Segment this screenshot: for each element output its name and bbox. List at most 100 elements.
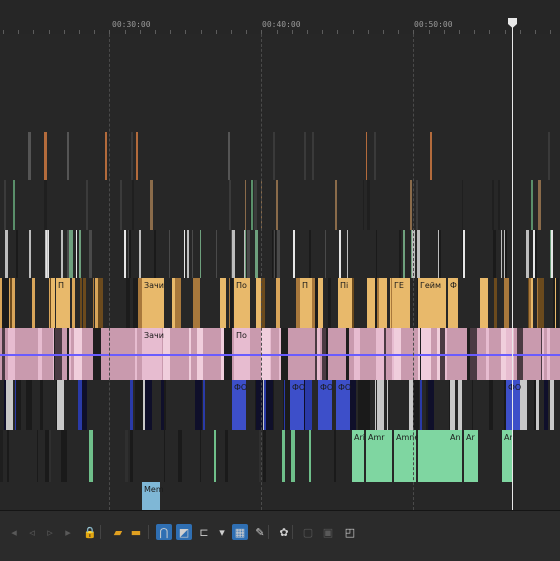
clip-titled[interactable]: ФО (336, 380, 351, 430)
clip-thumbnail[interactable] (553, 278, 559, 328)
clip-sliver[interactable] (86, 180, 88, 230)
clip-sliver[interactable] (76, 230, 77, 278)
clip-sliver[interactable] (374, 132, 376, 180)
clip-thumbnail[interactable] (51, 278, 55, 328)
clip-sliver[interactable] (44, 180, 47, 230)
clip-thumbnail[interactable] (550, 380, 554, 430)
clip-sliver[interactable] (413, 230, 415, 278)
clip-thumbnail[interactable] (130, 380, 133, 430)
track-video-3[interactable] (0, 180, 560, 231)
track-video-1[interactable] (0, 84, 560, 133)
clip-sliver[interactable] (366, 132, 367, 180)
clip-sliver[interactable] (131, 132, 133, 180)
envelope-edit-button[interactable]: ✎ (252, 524, 268, 540)
clip-thumbnail[interactable] (259, 380, 261, 430)
clip-thumbnail[interactable] (164, 380, 166, 430)
clip-thumbnail[interactable] (382, 278, 387, 328)
clip-sliver[interactable] (272, 230, 273, 278)
lock-group-button[interactable]: ◰ (342, 524, 358, 540)
clip-sliver[interactable] (309, 230, 311, 278)
clip-sliver[interactable] (164, 430, 165, 482)
clip-thumbnail[interactable] (528, 278, 529, 328)
clip-titled[interactable]: П (56, 278, 70, 328)
clip-thumbnail[interactable] (6, 380, 11, 430)
clip-titled[interactable]: ГЕ (392, 278, 410, 328)
clip-thumbnail[interactable] (133, 278, 138, 328)
clip-sliver[interactable] (69, 230, 71, 278)
track-empty-1[interactable] (0, 34, 560, 85)
clip-sliver[interactable] (192, 230, 193, 278)
clip-thumbnail[interactable] (276, 278, 280, 328)
clip-sliver[interactable] (416, 180, 418, 230)
trim-button[interactable]: ⊏ (196, 524, 212, 540)
clip-sliver[interactable] (309, 430, 311, 482)
clip-thumbnail[interactable] (370, 278, 375, 328)
clip-thumbnail[interactable] (230, 278, 233, 328)
clip-sliver[interactable] (49, 430, 51, 482)
clip-sliver[interactable] (200, 430, 201, 482)
clip-thumbnail[interactable] (135, 380, 143, 430)
clip-thumbnail[interactable] (98, 278, 103, 328)
clip-sliver[interactable] (105, 132, 107, 180)
clip-sliver[interactable] (29, 230, 31, 278)
clip-sliver[interactable] (282, 430, 285, 482)
clip-thumbnail[interactable] (544, 380, 548, 430)
clip-titled[interactable]: Mem (142, 482, 164, 510)
clip-thumbnail[interactable] (93, 278, 94, 328)
clip-sliver[interactable] (13, 180, 15, 230)
clip-sliver[interactable] (200, 230, 201, 278)
clip-thumbnail[interactable] (261, 278, 265, 328)
clip-sliver[interactable] (462, 180, 463, 230)
clip-sliver[interactable] (498, 180, 500, 230)
clip-sliver[interactable] (225, 430, 228, 482)
clip-thumbnail[interactable] (266, 380, 273, 430)
clip-thumbnail[interactable] (358, 380, 366, 430)
clip-titled[interactable]: ФО (232, 380, 247, 430)
clip-thumbnail[interactable] (458, 380, 462, 430)
clip-sliver[interactable] (67, 132, 69, 180)
clip-titled[interactable]: Ф (448, 278, 458, 328)
clip-sliver[interactable] (120, 180, 122, 230)
auto-ripple-button[interactable]: ◩ (176, 524, 192, 540)
clip-thumbnail[interactable] (10, 278, 12, 328)
clip-sliver[interactable] (89, 230, 92, 278)
clip-sliver[interactable] (263, 430, 266, 482)
clip-thumbnail[interactable] (16, 380, 21, 430)
clip-sliver[interactable] (65, 430, 67, 482)
clip-sliver[interactable] (399, 230, 401, 278)
prev-marker-button[interactable]: ◂ (6, 524, 22, 540)
clip-sliver[interactable] (274, 230, 275, 278)
clip-sliver[interactable] (273, 132, 275, 180)
clip-titled[interactable]: ФО (318, 380, 333, 430)
clip-thumbnail[interactable] (26, 380, 32, 430)
clip-sliver[interactable] (505, 230, 507, 278)
clip-thumbnail[interactable] (195, 380, 202, 430)
clip-sliver[interactable] (531, 180, 533, 230)
clip-sliver[interactable] (439, 230, 441, 278)
region-button[interactable]: ▬ (128, 524, 144, 540)
clip-thumbnail[interactable] (40, 380, 43, 430)
clip-sliver[interactable] (254, 180, 257, 230)
clip-sliver[interactable] (551, 230, 553, 278)
clip-sliver[interactable] (178, 430, 182, 482)
clip-thumbnail[interactable] (375, 380, 376, 430)
clip-sliver[interactable] (367, 180, 370, 230)
clip-sliver[interactable] (0, 430, 3, 482)
color-match-button[interactable]: ✿ (276, 524, 292, 540)
clip-sliver[interactable] (430, 132, 432, 180)
lock-button[interactable]: 🔒 (82, 524, 98, 540)
clip-sliver[interactable] (125, 430, 128, 482)
clip-sliver[interactable] (501, 230, 502, 278)
clip-sliver[interactable] (154, 230, 156, 278)
clip-titled[interactable]: П (300, 278, 312, 328)
clip-thumbnail[interactable] (284, 380, 285, 430)
clip-sliver[interactable] (325, 230, 326, 278)
clip-sliver[interactable] (216, 230, 217, 278)
clip-sliver[interactable] (44, 132, 47, 180)
clip-sliver[interactable] (259, 430, 261, 482)
group-button[interactable]: ▢ (300, 524, 316, 540)
clip-thumbnail[interactable] (82, 380, 87, 430)
clip-sliver[interactable] (79, 230, 81, 278)
clip-titled[interactable]: ФО (506, 380, 521, 430)
audio-clip[interactable]: Ari (352, 430, 365, 482)
